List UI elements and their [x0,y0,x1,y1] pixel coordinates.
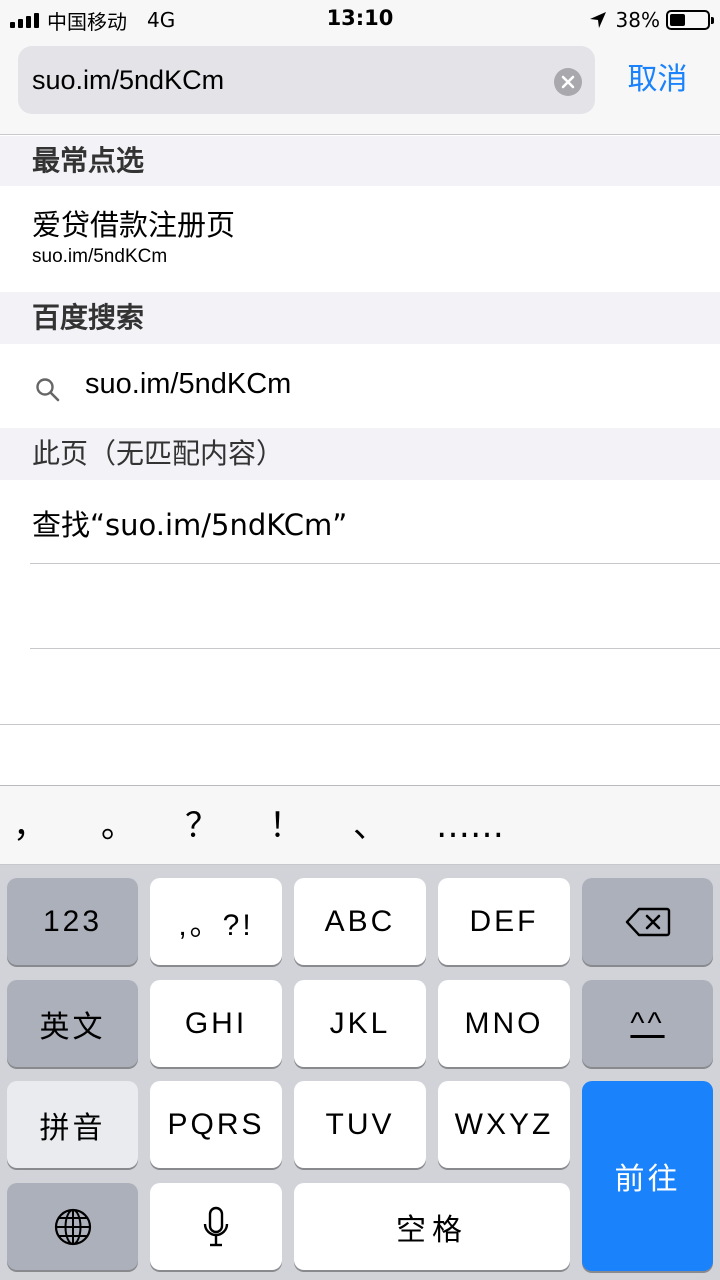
key-pinyin[interactable]: 拼音 [7,1081,138,1168]
go-button[interactable]: 前往 [582,1081,713,1271]
section-header-on-page: 此页（无匹配内容） [0,428,720,480]
status-right: 38% [588,6,714,34]
clear-icon[interactable] [554,68,582,96]
find-on-page-text: 查找“suo.im/5ndKCm” [32,508,348,542]
key-tuv[interactable]: TUV [294,1081,426,1168]
backspace-icon [625,907,670,936]
find-on-page-row[interactable]: 查找“suo.im/5ndKCm” [0,480,720,564]
key-abc[interactable]: ABC [294,878,426,965]
location-arrow-icon [589,12,606,28]
key-123[interactable]: 123 [7,878,138,965]
baidu-query-text: suo.im/5ndKCm [85,368,292,400]
battery-percent: 38% [615,8,660,32]
globe-icon [54,1208,91,1245]
status-bar: 中国移动 4G 13:10 38% [0,0,720,40]
baidu-search-row[interactable]: suo.im/5ndKCm [0,344,720,428]
key-english[interactable]: 英文 [7,980,138,1067]
backspace-key[interactable] [582,878,713,965]
key-ghi[interactable]: GHI [150,980,282,1067]
top-hit-row[interactable]: 爱贷借款注册页 suo.im/5ndKCm [0,186,720,292]
key-pqrs[interactable]: PQRS [150,1081,282,1168]
candidate-period[interactable]: 。 [88,798,148,854]
key-emoticon[interactable]: ^^ [582,980,713,1067]
cancel-button[interactable]: 取消 [610,58,705,102]
row-divider [0,724,720,725]
microphone-key[interactable] [150,1183,282,1270]
space-key[interactable]: 空格 [294,1183,570,1270]
candidate-ellipsis[interactable]: …… [430,798,510,854]
key-mno[interactable]: MNO [438,980,570,1067]
candidate-exclamation[interactable]: ！ [256,798,316,854]
top-hit-title: 爱贷借款注册页 [32,208,236,242]
candidate-question[interactable]: ？ [172,798,232,854]
microphone-icon [203,1206,229,1246]
globe-key[interactable] [7,1183,138,1270]
row-divider [30,648,720,649]
key-wxyz[interactable]: WXYZ [438,1081,570,1168]
key-punctuation[interactable]: ,。?! [150,878,282,965]
battery-icon [666,10,714,30]
search-header: 取消 [0,40,720,135]
candidate-enumeration-comma[interactable]: 、 [340,798,400,854]
search-icon [36,378,60,402]
section-header-top-hits: 最常点选 [0,136,720,186]
key-def[interactable]: DEF [438,878,570,965]
key-jkl[interactable]: JKL [294,980,426,1067]
top-hit-url: suo.im/5ndKCm [32,246,168,267]
candidate-bar: ， 。 ？ ！ 、 …… [0,785,720,865]
url-search-input[interactable] [18,46,595,114]
row-divider [30,563,720,564]
section-header-baidu: 百度搜索 [0,292,720,344]
candidate-comma[interactable]: ， [0,798,60,854]
keyboard: 123 ,。?! ABC DEF 英文 GHI JKL MNO ^^ 拼音 PQ… [0,865,720,1280]
